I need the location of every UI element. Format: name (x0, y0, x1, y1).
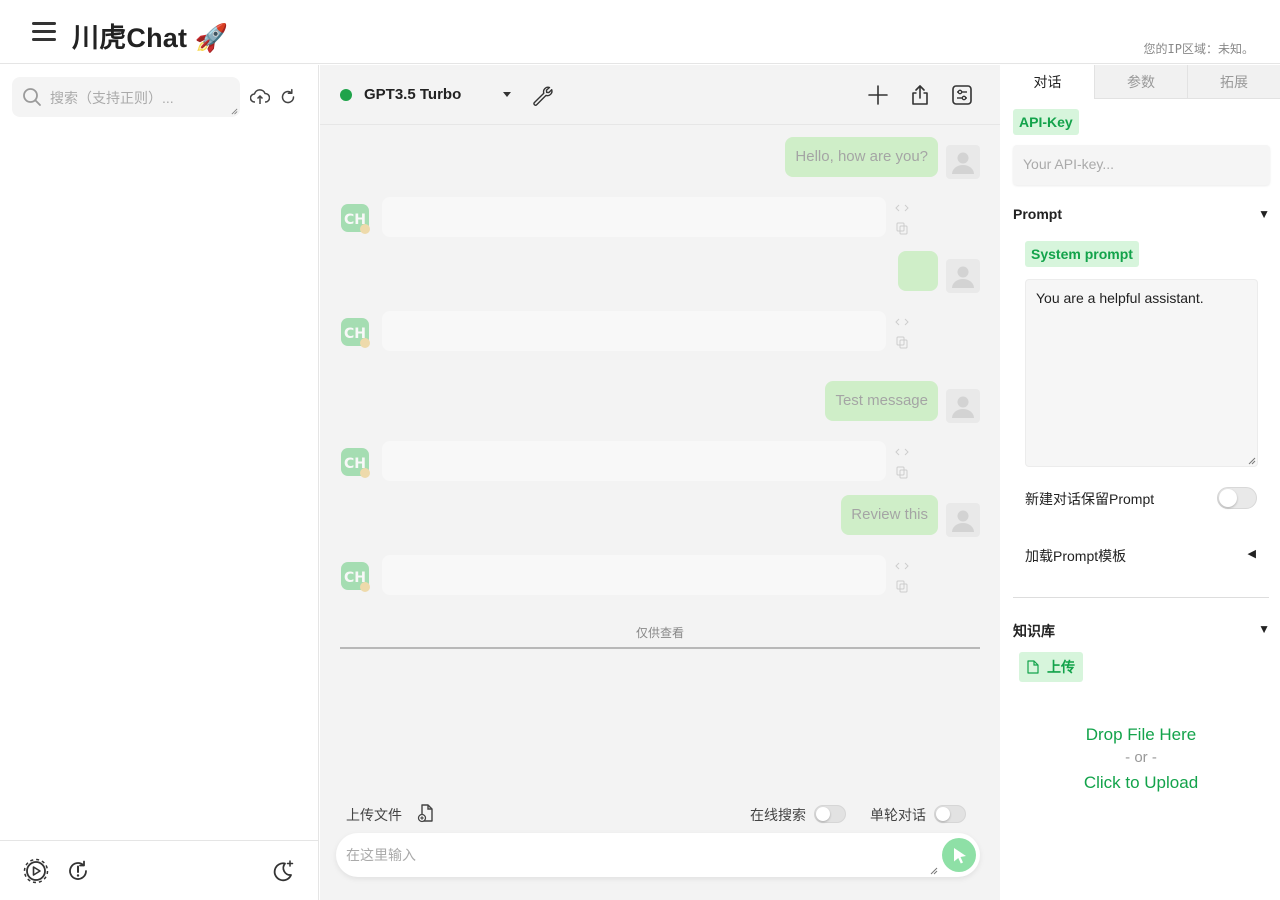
user-avatar (946, 389, 980, 423)
file-icon (1027, 660, 1039, 674)
resize-handle-icon[interactable] (930, 867, 938, 875)
share-icon[interactable] (908, 83, 932, 107)
keep-prompt-label: 新建对话保留Prompt (1025, 491, 1155, 507)
user-message: Test message (680, 381, 980, 423)
user-message (680, 251, 980, 293)
user-avatar (946, 259, 980, 293)
user-message: Review this (680, 495, 980, 537)
dark-mode-icon[interactable] (270, 858, 296, 884)
api-key-label: API-Key (1013, 109, 1079, 135)
upload-history-icon[interactable] (250, 87, 270, 107)
single-turn-toggle[interactable] (934, 805, 966, 823)
sidebar-footer (0, 840, 319, 900)
api-key-placeholder: Your API-key... (1023, 156, 1115, 172)
settings-tabs: 对话 参数 拓展 (1001, 65, 1280, 99)
chat-toolbar: GPT3.5 Turbo (320, 65, 1000, 125)
tab-extensions[interactable]: 拓展 (1187, 65, 1280, 99)
section-divider (1013, 597, 1269, 598)
ip-region-notice: 您的IP区域：未知。 (1143, 42, 1254, 56)
refresh-icon[interactable] (278, 87, 298, 107)
bot-avatar: CH (341, 448, 370, 478)
chat-panel: GPT3.5 Turbo Hello, how are you? CH CH T… (320, 65, 1000, 900)
upload-file-label[interactable]: 上传文件 (346, 805, 402, 825)
system-prompt-textarea[interactable]: You are a helpful assistant. (1025, 279, 1258, 467)
online-search-label: 在线搜索 (750, 807, 806, 823)
history-sidebar: 搜索（支持正则）... (0, 65, 319, 900)
expand-caret-icon[interactable]: ◀ (1248, 547, 1256, 560)
bot-avatar: CH (341, 562, 370, 592)
keep-prompt-toggle[interactable] (1217, 487, 1257, 509)
message-tools-icon[interactable] (895, 201, 909, 235)
send-icon (954, 848, 966, 864)
assistant-message-bubble (382, 555, 886, 595)
new-chat-icon[interactable] (866, 83, 890, 107)
model-selector[interactable]: GPT3.5 Turbo (364, 86, 461, 103)
click-to-upload-text: Click to Upload (1083, 773, 1199, 792)
user-message-bubble: Hello, how are you? (785, 137, 938, 177)
input-toolbar: 上传文件 在线搜索 单轮对话 (320, 797, 1000, 827)
wrench-icon[interactable] (530, 83, 554, 107)
search-placeholder: 搜索（支持正则）... (50, 90, 174, 106)
online-search-toggle[interactable] (814, 805, 846, 823)
user-message-bubble: Review this (841, 495, 938, 535)
upload-button-label: 上传 (1047, 659, 1075, 675)
message-input[interactable]: 在这里输入 (336, 833, 980, 877)
resize-handle-icon[interactable] (1248, 457, 1256, 465)
assistant-message: CH (340, 441, 980, 481)
assistant-message: CH (340, 555, 980, 595)
settings-icon[interactable] (23, 858, 49, 884)
user-message-bubble: Test message (825, 381, 938, 421)
message-tools-icon[interactable] (895, 559, 909, 593)
user-message-bubble (898, 251, 938, 291)
upload-button[interactable]: 上传 (1019, 652, 1083, 682)
system-prompt-value: You are a helpful assistant. (1036, 290, 1204, 306)
search-icon (23, 88, 41, 106)
app-title: 川虎Chat 🚀 (72, 23, 229, 53)
chevron-down-icon[interactable] (503, 92, 511, 97)
knowledge-section-title[interactable]: 知识库 (1013, 621, 1055, 641)
bot-avatar: CH (341, 318, 370, 348)
divider (340, 647, 980, 649)
history-search-input[interactable]: 搜索（支持正则）... (12, 77, 240, 117)
assistant-message: CH (340, 311, 980, 351)
assistant-message-bubble (382, 441, 886, 481)
or-separator: - or - (1125, 749, 1157, 766)
drop-file-text: Drop File Here (1085, 725, 1197, 744)
message-list: Hello, how are you? CH CH Test message C… (320, 125, 1000, 655)
file-drop-zone[interactable]: Drop File Here - or - Click to Upload (1013, 725, 1269, 797)
update-icon[interactable] (65, 858, 91, 884)
resize-handle-icon[interactable] (231, 108, 238, 115)
model-status-indicator (340, 89, 352, 101)
user-avatar (946, 503, 980, 537)
user-message: Hello, how are you? (680, 137, 980, 179)
collapse-caret-icon[interactable]: ▼ (1258, 622, 1270, 636)
user-avatar (946, 145, 980, 179)
bot-avatar: CH (341, 204, 370, 234)
assistant-message: CH (340, 197, 980, 237)
send-button[interactable] (942, 838, 976, 872)
assistant-message-bubble (382, 311, 886, 351)
prompt-section-title[interactable]: Prompt (1013, 206, 1062, 222)
settings-panel: 对话 参数 拓展 API-Key Your API-key... Prompt … (1001, 65, 1280, 900)
assistant-message-bubble (382, 197, 886, 237)
load-template-label[interactable]: 加载Prompt模板 (1025, 546, 1126, 566)
app-header: 川虎Chat 🚀 您的IP区域：未知。 (0, 0, 1280, 64)
chat-settings-icon[interactable] (950, 83, 974, 107)
message-tools-icon[interactable] (895, 445, 909, 479)
tab-params[interactable]: 参数 (1094, 65, 1187, 99)
system-prompt-label: System prompt (1025, 241, 1139, 267)
message-input-placeholder: 在这里输入 (346, 847, 416, 863)
upload-file-icon[interactable] (416, 803, 436, 823)
tab-chat[interactable]: 对话 (1001, 65, 1094, 99)
api-key-input[interactable]: Your API-key... (1013, 145, 1270, 185)
collapse-caret-icon[interactable]: ▼ (1258, 207, 1270, 221)
menu-icon[interactable] (32, 22, 58, 44)
view-only-label: 仅供查看 (635, 626, 684, 640)
single-turn-label: 单轮对话 (870, 807, 926, 823)
message-tools-icon[interactable] (895, 315, 909, 349)
